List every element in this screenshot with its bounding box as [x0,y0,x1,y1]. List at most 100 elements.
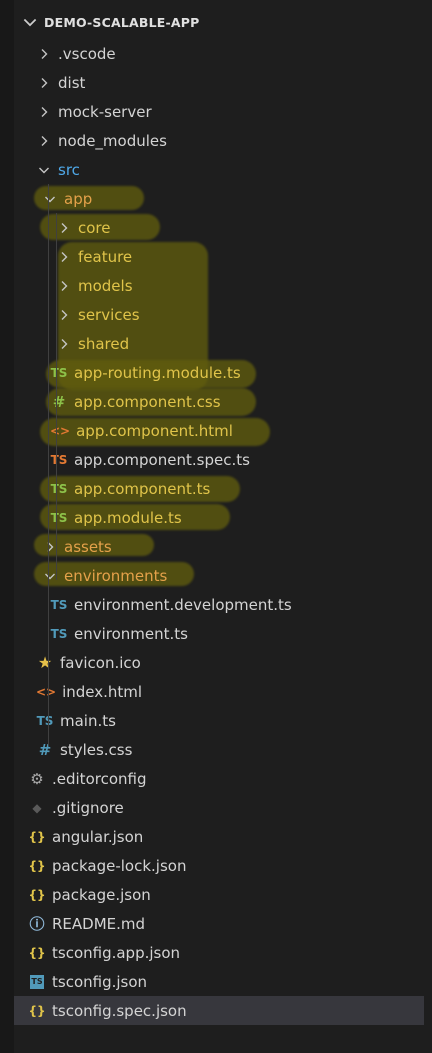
tree-item-label: .vscode [58,44,116,63]
file-tsconfig-spec-json[interactable]: {} tsconfig.spec.json [14,996,424,1025]
file-app-component-ts[interactable]: TS app.component.ts [14,474,424,503]
tree-item-label: src [58,160,80,179]
folder-assets[interactable]: assets [14,532,424,561]
tree-item-label: styles.css [60,740,133,759]
tree-item-label: services [78,305,140,324]
chevron-right-icon[interactable] [56,220,72,236]
file-app-component-spec-ts[interactable]: TS app.component.spec.ts [14,445,424,474]
ts-spec-icon: TS [50,452,68,467]
tree-item-label: app.component.spec.ts [74,450,250,469]
ts-icon: TS [36,713,54,728]
chevron-right-icon[interactable] [36,104,52,120]
tree-item-label: index.html [62,682,143,701]
folder-vscode[interactable]: .vscode [14,39,424,68]
tree-item-label: assets [64,537,112,556]
tree-item-label: feature [78,247,133,266]
file-package-json[interactable]: {} package.json [14,880,424,909]
file-readme-md[interactable]: ⓘ README.md [14,909,424,938]
chevron-right-icon[interactable] [56,336,72,352]
tree-item-label: README.md [52,914,146,933]
ts-icon: TS [50,597,68,612]
git-icon: ◆ [32,800,42,815]
tree-item-label: tsconfig.spec.json [52,1001,187,1020]
chevron-right-icon[interactable] [56,278,72,294]
ts-icon: TS [50,365,68,380]
folder-shared[interactable]: shared [14,329,424,358]
tree-item-label: app [64,189,93,208]
tree-item-label: .editorconfig [52,769,147,788]
json-braces-icon: {} [28,858,46,873]
folder-environments[interactable]: environments [14,561,424,590]
file-favicon-ico[interactable]: ★ favicon.ico [14,648,424,677]
chevron-down-icon [23,18,37,27]
file-index-html[interactable]: <> index.html [14,677,424,706]
tree-item-label: node_modules [58,131,167,150]
window-edge [0,0,14,1053]
chevron-right-icon[interactable] [36,75,52,91]
tree-item-label: tsconfig.app.json [52,943,181,962]
tree-item-label: main.ts [60,711,116,730]
tree-item-label: app.component.css [74,392,221,411]
info-icon: ⓘ [29,915,45,933]
tree-item-label: app.component.ts [74,479,211,498]
indent-guide [56,213,57,580]
file-styles-css[interactable]: # styles.css [14,735,424,764]
json-braces-icon: {} [28,1003,46,1018]
file-gitignore[interactable]: ◆ .gitignore [14,793,424,822]
file-environment-development-ts[interactable]: TS environment.development.ts [14,590,424,619]
tree-item-label: tsconfig.json [52,972,148,991]
tree-item-label: .gitignore [52,798,124,817]
ts-icon: TS [50,481,68,496]
file-tsconfig-app-json[interactable]: {} tsconfig.app.json [14,938,424,967]
json-braces-icon: {} [28,887,46,902]
file-environment-ts[interactable]: TS environment.ts [14,619,424,648]
css-hash-icon: # [38,740,52,759]
file-angular-json[interactable]: {} angular.json [14,822,424,851]
tree-item-label: package.json [52,885,151,904]
tree-item-label: app-routing.module.ts [74,363,241,382]
file-tsconfig-json[interactable]: TS tsconfig.json [14,967,424,996]
ts-icon: TS [50,510,68,525]
folder-core[interactable]: core [14,213,424,242]
folder-app[interactable]: app [14,184,424,213]
chevron-right-icon[interactable] [56,249,72,265]
tree-item-label: environment.ts [74,624,188,643]
tsconfig-icon: TS [30,974,44,989]
tree-item-label: mock-server [58,102,152,121]
tree-item-label: favicon.ico [60,653,141,672]
chevron-right-icon[interactable] [36,46,52,62]
indent-guide [48,184,49,746]
folder-feature[interactable]: feature [14,242,424,271]
file-app-component-html[interactable]: <> app.component.html [14,416,424,445]
folder-mock-server[interactable]: mock-server [14,97,424,126]
json-braces-icon: {} [28,829,46,844]
folder-services[interactable]: services [14,300,424,329]
project-folder-header[interactable]: DEMO-SCALABLE-APP [14,4,424,40]
tree-item-label: shared [78,334,130,353]
html-icon: <> [50,423,71,438]
tree-item-label: environment.development.ts [74,595,292,614]
folder-dist[interactable]: dist [14,68,424,97]
chevron-right-icon[interactable] [36,133,52,149]
chevron-down-icon[interactable] [36,162,52,178]
tree-item-label: dist [58,73,86,92]
file-main-ts[interactable]: TS main.ts [14,706,424,735]
file-app-component-css[interactable]: # app.component.css [14,387,424,416]
tree-item-label: environments [64,566,168,585]
file-package-lock-json[interactable]: {} package-lock.json [14,851,424,880]
tree-item-label: angular.json [52,827,144,846]
file-app-module-ts[interactable]: TS app.module.ts [14,503,424,532]
folder-models[interactable]: models [14,271,424,300]
tree-item-label: app.component.html [76,421,233,440]
gear-icon: ⚙ [30,769,44,788]
folder-src[interactable]: src [14,155,424,184]
file-app-routing-module-ts[interactable]: TS app-routing.module.ts [14,358,424,387]
folder-node-modules[interactable]: node_modules [14,126,424,155]
json-braces-icon: {} [28,945,46,960]
tree-item-label: models [78,276,133,295]
chevron-right-icon[interactable] [56,307,72,323]
file-editorconfig[interactable]: ⚙ .editorconfig [14,764,424,793]
chevron-down-icon[interactable] [42,191,58,207]
tree-item-label: core [78,218,111,237]
star-icon: ★ [37,653,53,672]
